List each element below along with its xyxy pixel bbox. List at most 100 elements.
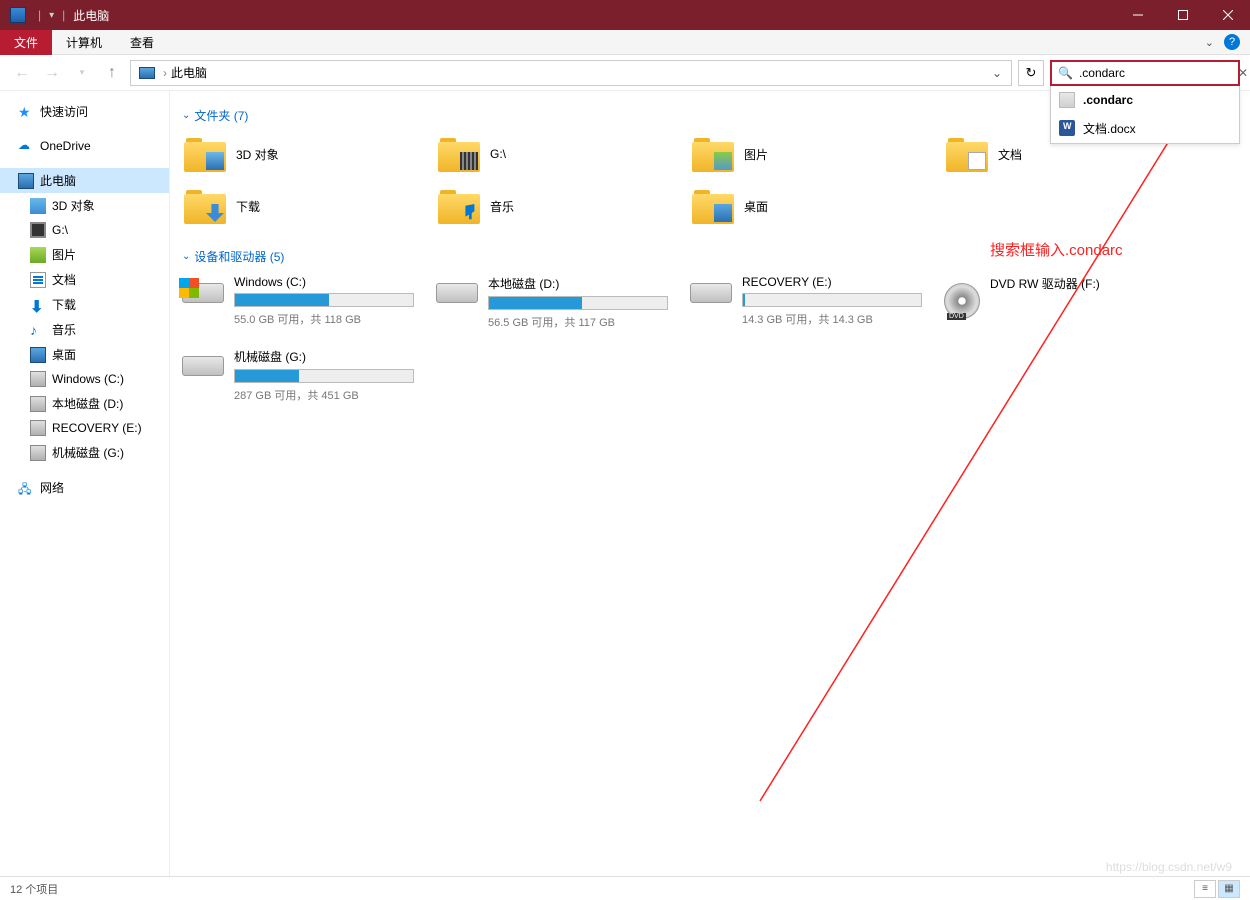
app-icon: [10, 7, 26, 23]
sidebar-item[interactable]: 文档: [0, 267, 169, 292]
search-box[interactable]: 🔍 ✕ →: [1050, 60, 1240, 86]
drive-item[interactable]: 本地磁盘 (D:)56.5 GB 可用，共 117 GB: [432, 271, 682, 334]
annotation-text: 搜索框输入.condarc: [990, 239, 1123, 260]
drive-icon: [30, 420, 46, 436]
folder-icon: [184, 136, 226, 172]
refresh-button[interactable]: ↻: [1018, 60, 1044, 86]
tab-computer[interactable]: 计算机: [52, 30, 116, 55]
drive-icon: [690, 283, 732, 303]
sidebar-item-label: 图片: [52, 246, 76, 263]
drive-icon: [30, 445, 46, 461]
folder-item[interactable]: 桌面: [686, 182, 936, 230]
sidebar-network[interactable]: 🖧网络: [0, 475, 169, 500]
folder-item[interactable]: G:\: [432, 130, 682, 178]
tab-file[interactable]: 文件: [0, 30, 52, 55]
drive-icon: [944, 283, 980, 319]
folder-label: 图片: [744, 146, 768, 163]
folder-item[interactable]: 图片: [686, 130, 936, 178]
clear-search-icon[interactable]: ✕: [1238, 66, 1248, 80]
folder-item[interactable]: 下载: [178, 182, 428, 230]
sidebar-item[interactable]: 图片: [0, 242, 169, 267]
sidebar-this-pc[interactable]: 此电脑: [0, 168, 169, 193]
sidebar-item[interactable]: ⬇ 下载: [0, 292, 169, 317]
folder-label: 下载: [236, 198, 260, 215]
nav-forward-button[interactable]: →: [40, 61, 64, 85]
sidebar-item[interactable]: ♪音乐: [0, 317, 169, 342]
sidebar-item[interactable]: G:\: [0, 218, 169, 242]
sidebar-onedrive[interactable]: ☁OneDrive: [0, 134, 169, 158]
search-input[interactable]: [1079, 66, 1234, 80]
breadcrumb-location[interactable]: 此电脑: [171, 64, 207, 81]
ribbon-collapse-icon[interactable]: ⌄: [1205, 36, 1214, 49]
drive-item[interactable]: RECOVERY (E:)14.3 GB 可用，共 14.3 GB: [686, 271, 936, 334]
drive-icon: [30, 396, 46, 412]
sidebar-item[interactable]: 本地磁盘 (D:): [0, 391, 169, 416]
navigation-bar: ← → ▾ ↑ › 此电脑 ⌄ ↻ 🔍 ✕ → .condarc文档.docx: [0, 55, 1250, 91]
folder-icon: [184, 188, 226, 224]
pic-icon: [30, 247, 46, 263]
suggestion-label: 文档.docx: [1083, 120, 1136, 137]
minimize-button[interactable]: [1115, 0, 1160, 30]
folder-icon: [692, 188, 734, 224]
drive-stats: 14.3 GB 可用，共 14.3 GB: [742, 311, 932, 327]
drive-item[interactable]: 机械磁盘 (G:) 287 GB 可用，共 451 GB: [178, 344, 428, 407]
close-button[interactable]: [1205, 0, 1250, 30]
search-suggestion[interactable]: 文档.docx: [1051, 114, 1239, 143]
drive-icon: [182, 356, 224, 376]
word-icon: [1059, 120, 1075, 136]
tab-view[interactable]: 查看: [116, 30, 168, 55]
sidebar-item[interactable]: 桌面: [0, 342, 169, 367]
maximize-button[interactable]: [1160, 0, 1205, 30]
sidebar-item-label: RECOVERY (E:): [52, 421, 142, 435]
folder-label: 3D 对象: [236, 146, 279, 163]
drive-name: 机械磁盘 (G:): [234, 348, 424, 365]
suggestion-label: .condarc: [1083, 93, 1133, 107]
folder-label: 文档: [998, 146, 1022, 163]
search-icon: 🔍: [1058, 66, 1073, 80]
drive-usage-bar: [742, 293, 922, 307]
nav-back-button[interactable]: ←: [10, 61, 34, 85]
status-item-count: 12 个项目: [10, 881, 58, 897]
sidebar-item[interactable]: RECOVERY (E:): [0, 416, 169, 440]
watermark: https://blog.csdn.net/w9: [1106, 860, 1232, 874]
download-icon: ⬇: [30, 297, 46, 313]
sidebar-label: 网络: [40, 479, 64, 496]
drive-item[interactable]: Windows (C:)55.0 GB 可用，共 118 GB: [178, 271, 428, 334]
nav-up-button[interactable]: ↑: [100, 61, 124, 85]
sidebar-item[interactable]: 3D 对象: [0, 193, 169, 218]
drive-name: Windows (C:): [234, 275, 424, 289]
view-details-button[interactable]: ≡: [1194, 880, 1216, 898]
folder-label: 音乐: [490, 198, 514, 215]
folder-item[interactable]: 3D 对象: [178, 130, 428, 178]
status-bar: 12 个项目 ≡ ▦: [0, 876, 1250, 900]
view-tiles-button[interactable]: ▦: [1218, 880, 1240, 898]
drive-name: 本地磁盘 (D:): [488, 275, 678, 292]
title-separator-2: |: [62, 8, 65, 22]
sidebar-item-label: 3D 对象: [52, 197, 95, 214]
nav-recent-dropdown[interactable]: ▾: [70, 61, 94, 85]
sidebar-item-label: 桌面: [52, 346, 76, 363]
sidebar-item[interactable]: Windows (C:): [0, 367, 169, 391]
search-suggestion[interactable]: .condarc: [1051, 86, 1239, 114]
sidebar-item-label: 本地磁盘 (D:): [52, 395, 123, 412]
address-bar[interactable]: › 此电脑 ⌄: [130, 60, 1012, 86]
drive-item[interactable]: DVD RW 驱动器 (F:): [940, 271, 1190, 334]
sidebar-item[interactable]: 机械磁盘 (G:): [0, 440, 169, 465]
quickaccess-chevron[interactable]: ▾: [49, 10, 54, 21]
music-icon: ♪: [30, 322, 46, 338]
sidebar-label: 快速访问: [40, 103, 88, 120]
drive-stats: 287 GB 可用，共 451 GB: [234, 387, 424, 403]
sidebar-item-label: G:\: [52, 223, 68, 237]
chevron-down-icon: ⌄: [182, 251, 190, 262]
sidebar-quick-access[interactable]: ★快速访问: [0, 99, 169, 124]
window-title: 此电脑: [73, 7, 109, 24]
title-separator: |: [38, 8, 41, 22]
address-dropdown-icon[interactable]: ⌄: [987, 66, 1007, 80]
folder-icon: [692, 136, 734, 172]
sidebar-item-label: 下载: [52, 296, 76, 313]
folder-item[interactable]: 音乐: [432, 182, 682, 230]
doc-icon: [30, 272, 46, 288]
pc-icon: [139, 67, 155, 79]
drive-usage-bar: [234, 293, 414, 307]
help-icon[interactable]: ?: [1224, 34, 1240, 50]
